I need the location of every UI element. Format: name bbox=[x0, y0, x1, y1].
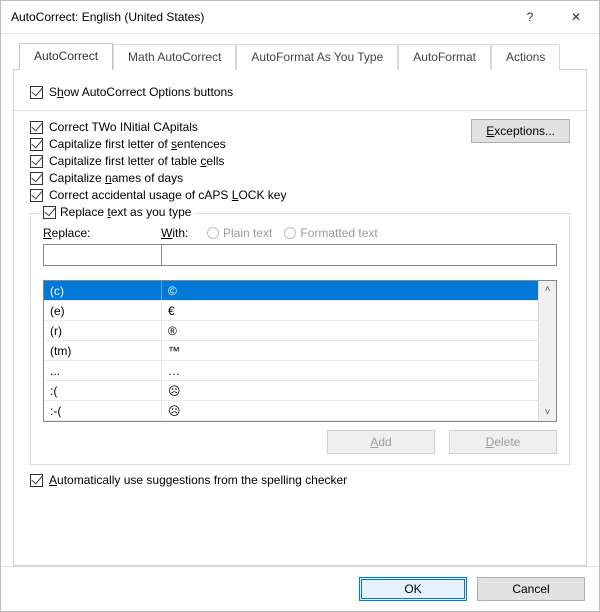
checkbox-icon bbox=[30, 121, 43, 134]
capitalize-days-label: Capitalize names of days bbox=[49, 171, 183, 185]
dialog-content: AutoCorrect Math AutoCorrect AutoFormat … bbox=[1, 34, 599, 566]
first-letter-sentence-checkbox[interactable]: Capitalize first letter of sentences bbox=[30, 137, 471, 151]
with-label: With: bbox=[161, 226, 201, 240]
list-item[interactable]: ... … bbox=[44, 361, 538, 381]
tab-autoformat[interactable]: AutoFormat bbox=[398, 44, 491, 70]
add-button: Add bbox=[327, 430, 435, 454]
exceptions-button[interactable]: Exceptions... bbox=[471, 119, 570, 143]
list-item[interactable]: (e) € bbox=[44, 301, 538, 321]
spellcheck-suggestions-checkbox[interactable]: Automatically use suggestions from the s… bbox=[30, 473, 570, 487]
cancel-button[interactable]: Cancel bbox=[477, 577, 585, 601]
tab-body: Show AutoCorrect Options buttons Correct… bbox=[13, 69, 587, 566]
show-options-checkbox[interactable]: Show AutoCorrect Options buttons bbox=[30, 85, 570, 99]
plain-text-radio bbox=[207, 227, 219, 239]
checkbox-icon bbox=[43, 206, 56, 219]
with-input[interactable] bbox=[161, 244, 557, 266]
checkbox-icon bbox=[30, 172, 43, 185]
replace-input[interactable] bbox=[43, 244, 161, 266]
tabstrip: AutoCorrect Math AutoCorrect AutoFormat … bbox=[13, 42, 587, 69]
close-button[interactable]: ✕ bbox=[553, 1, 599, 33]
separator bbox=[14, 110, 586, 111]
ok-button[interactable]: OK bbox=[359, 577, 467, 601]
caps-lock-checkbox[interactable]: Correct accidental usage of cAPS LOCK ke… bbox=[30, 188, 471, 202]
list-item[interactable]: (c) © bbox=[44, 281, 538, 301]
list-cell-with: ™ bbox=[162, 344, 538, 358]
list-cell-replace: ... bbox=[44, 361, 162, 380]
help-icon: ? bbox=[527, 10, 534, 24]
dialog-footer: OK Cancel bbox=[1, 566, 599, 611]
inputs-row bbox=[43, 244, 557, 266]
first-letter-table-label: Capitalize first letter of table cells bbox=[49, 154, 224, 168]
tab-actions[interactable]: Actions bbox=[491, 44, 560, 70]
list-item[interactable]: (r) ® bbox=[44, 321, 538, 341]
checkbox-icon bbox=[30, 138, 43, 151]
replace-as-you-type-label: Replace text as you type bbox=[60, 205, 191, 219]
two-initial-caps-checkbox[interactable]: Correct TWo INitial CApitals bbox=[30, 120, 471, 134]
list-cell-replace: (c) bbox=[44, 281, 162, 300]
field-labels: Replace: With: Plain text Formatted text bbox=[43, 226, 557, 240]
tab-autoformat-as-you-type[interactable]: AutoFormat As You Type bbox=[236, 44, 398, 70]
list-cell-replace: (tm) bbox=[44, 341, 162, 360]
checkbox-icon bbox=[30, 474, 43, 487]
options-row: Correct TWo INitial CApitals Capitalize … bbox=[30, 117, 570, 205]
list-cell-with: ® bbox=[162, 324, 538, 338]
list-cell-replace: :( bbox=[44, 381, 162, 400]
checkbox-icon bbox=[30, 189, 43, 202]
checkbox-icon bbox=[30, 155, 43, 168]
list-cell-with: € bbox=[162, 304, 538, 318]
first-letter-sentence-label: Capitalize first letter of sentences bbox=[49, 137, 226, 151]
scroll-down-icon[interactable]: ˅ bbox=[539, 404, 556, 421]
close-icon: ✕ bbox=[571, 10, 581, 24]
replacements-list[interactable]: (c) © (e) € (r) ® (tm) ™ bbox=[43, 280, 557, 422]
list-cell-with: © bbox=[162, 284, 538, 298]
replace-fieldset: Replace text as you type Replace: With: … bbox=[30, 213, 570, 465]
replace-label: Replace: bbox=[43, 226, 161, 240]
caps-lock-label: Correct accidental usage of cAPS LOCK ke… bbox=[49, 188, 286, 202]
formatted-text-label: Formatted text bbox=[300, 226, 377, 240]
capitalize-days-checkbox[interactable]: Capitalize names of days bbox=[30, 171, 471, 185]
list-cell-with: ☹ bbox=[162, 404, 538, 418]
list-buttons: Add Delete bbox=[43, 430, 557, 454]
first-letter-table-checkbox[interactable]: Capitalize first letter of table cells bbox=[30, 154, 471, 168]
spellcheck-suggestions-label: Automatically use suggestions from the s… bbox=[49, 473, 347, 487]
list-cell-with: … bbox=[162, 364, 538, 378]
list-cell-replace: (r) bbox=[44, 321, 162, 340]
list-cell-replace: :-( bbox=[44, 401, 162, 420]
formatted-text-radio bbox=[284, 227, 296, 239]
list-cell-replace: (e) bbox=[44, 301, 162, 320]
autocorrect-dialog: AutoCorrect: English (United States) ? ✕… bbox=[0, 0, 600, 612]
titlebar: AutoCorrect: English (United States) ? ✕ bbox=[1, 1, 599, 34]
list-cell-with: ☹ bbox=[162, 384, 538, 398]
tab-math-autocorrect[interactable]: Math AutoCorrect bbox=[113, 44, 236, 70]
help-button[interactable]: ? bbox=[507, 1, 553, 33]
list-item[interactable]: :-( ☹ bbox=[44, 401, 538, 421]
list-item[interactable]: (tm) ™ bbox=[44, 341, 538, 361]
two-initial-caps-label: Correct TWo INitial CApitals bbox=[49, 120, 198, 134]
scroll-up-icon[interactable]: ˄ bbox=[539, 281, 556, 298]
delete-button: Delete bbox=[449, 430, 557, 454]
show-options-label: Show AutoCorrect Options buttons bbox=[49, 85, 233, 99]
checkbox-icon bbox=[30, 86, 43, 99]
scrollbar[interactable]: ˄ ˅ bbox=[538, 281, 556, 421]
plain-text-label: Plain text bbox=[223, 226, 272, 240]
list-body: (c) © (e) € (r) ® (tm) ™ bbox=[44, 281, 538, 421]
list-item[interactable]: :( ☹ bbox=[44, 381, 538, 401]
window-title: AutoCorrect: English (United States) bbox=[11, 10, 507, 24]
tab-autocorrect[interactable]: AutoCorrect bbox=[19, 43, 113, 70]
replace-as-you-type-checkbox[interactable]: Replace text as you type bbox=[39, 205, 195, 219]
